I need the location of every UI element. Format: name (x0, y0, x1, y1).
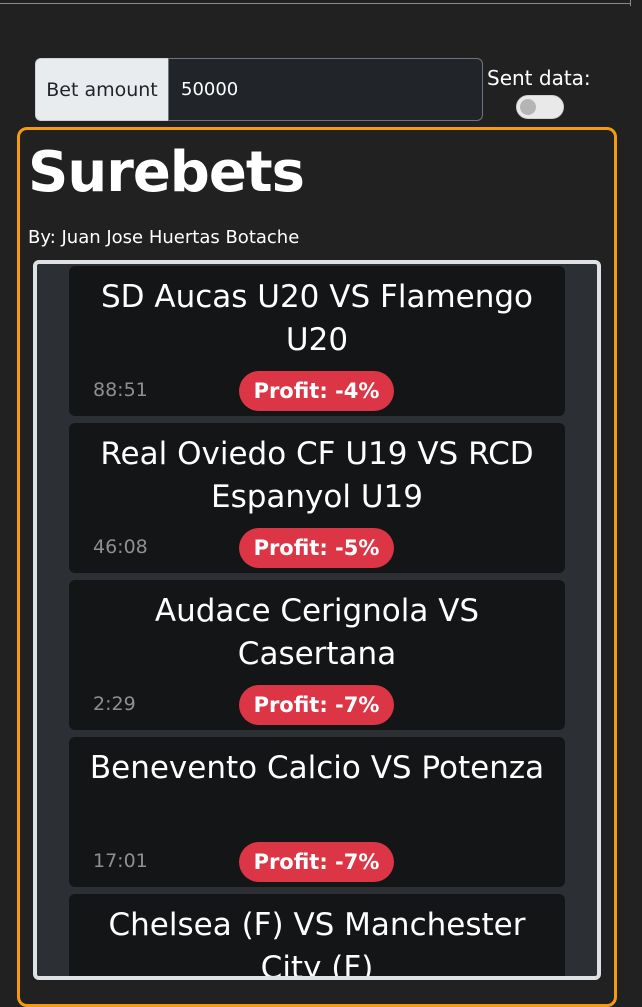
surebet-card[interactable]: Audace Cerignola VS Casertana 2:29 Profi… (69, 580, 565, 730)
surebet-card[interactable]: SD Aucas U20 VS Flamengo U20 88:51 Profi… (69, 266, 565, 416)
match-time: 2:29 (93, 693, 136, 715)
match-title: Benevento Calcio VS Potenza (89, 750, 545, 786)
author-credit: By: Juan Jose Huertas Botache (28, 227, 300, 248)
match-time: 46:08 (93, 536, 148, 558)
profit-badge: Profit: -5% (239, 528, 394, 568)
toggle-knob (520, 99, 536, 115)
surebet-card[interactable]: Benevento Calcio VS Potenza 17:01 Profit… (69, 737, 565, 887)
sent-data-toggle[interactable] (516, 95, 564, 119)
surebet-card[interactable]: Real Oviedo CF U19 VS RCD Espanyol U19 4… (69, 423, 565, 573)
top-divider-corner (630, 0, 631, 6)
profit-badge: Profit: -7% (239, 685, 394, 725)
top-divider (0, 0, 630, 4)
page-title: Surebets (28, 140, 305, 205)
profit-badge: Profit: -7% (239, 842, 394, 882)
bet-amount-input[interactable] (168, 58, 483, 121)
surebet-list-frame[interactable]: SD Aucas U20 VS Flamengo U20 88:51 Profi… (33, 260, 601, 980)
match-title: SD Aucas U20 VS Flamengo U20 (100, 279, 534, 358)
bet-amount-label: Bet amount (35, 58, 168, 121)
match-time: 88:51 (93, 379, 148, 401)
match-time: 17:01 (93, 850, 148, 872)
surebet-card[interactable]: Chelsea (F) VS Manchester City (F) (69, 894, 565, 980)
sent-data-label: Sent data: (487, 66, 591, 90)
profit-badge: Profit: -4% (239, 371, 394, 411)
surebet-list: SD Aucas U20 VS Flamengo U20 88:51 Profi… (69, 266, 565, 980)
match-title: Real Oviedo CF U19 VS RCD Espanyol U19 (100, 436, 534, 515)
match-title: Chelsea (F) VS Manchester City (F) (108, 907, 526, 980)
bet-amount-group: Bet amount (35, 58, 483, 121)
match-title: Audace Cerignola VS Casertana (154, 593, 480, 672)
